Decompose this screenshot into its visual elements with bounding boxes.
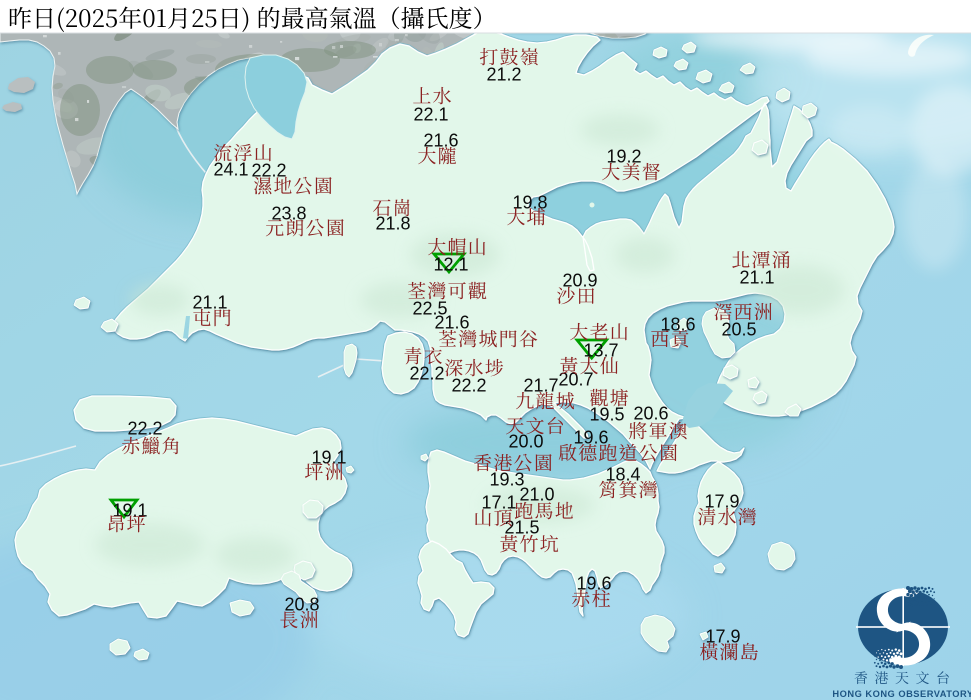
svg-text:22.1: 22.1 <box>413 104 448 124</box>
svg-text:19.5: 19.5 <box>589 404 624 424</box>
svg-text:17.9: 17.9 <box>705 626 740 646</box>
svg-text:20.6: 20.6 <box>633 403 668 423</box>
svg-text:23.8: 23.8 <box>271 203 306 223</box>
svg-text:22.2: 22.2 <box>409 363 444 383</box>
svg-text:21.1: 21.1 <box>739 267 774 287</box>
svg-text:21.8: 21.8 <box>375 213 410 233</box>
svg-text:21.6: 21.6 <box>423 130 458 150</box>
svg-text:21.2: 21.2 <box>486 64 521 84</box>
svg-text:12.1: 12.1 <box>433 254 468 274</box>
svg-text:HONG KONG OBSERVATORY: HONG KONG OBSERVATORY <box>832 689 971 699</box>
svg-text:21.1: 21.1 <box>192 292 227 312</box>
svg-text:21.7: 21.7 <box>523 375 558 395</box>
svg-text:22.2: 22.2 <box>127 418 162 438</box>
svg-text:24.1: 24.1 <box>213 159 248 179</box>
svg-text:21.0: 21.0 <box>519 484 554 504</box>
svg-text:17.1: 17.1 <box>481 492 516 512</box>
svg-text:20.7: 20.7 <box>558 369 593 389</box>
svg-text:22.2: 22.2 <box>451 375 486 395</box>
svg-text:20.0: 20.0 <box>508 431 543 451</box>
svg-text:21.6: 21.6 <box>434 312 469 332</box>
svg-text:20.9: 20.9 <box>562 270 597 290</box>
svg-text:20.5: 20.5 <box>721 319 756 339</box>
